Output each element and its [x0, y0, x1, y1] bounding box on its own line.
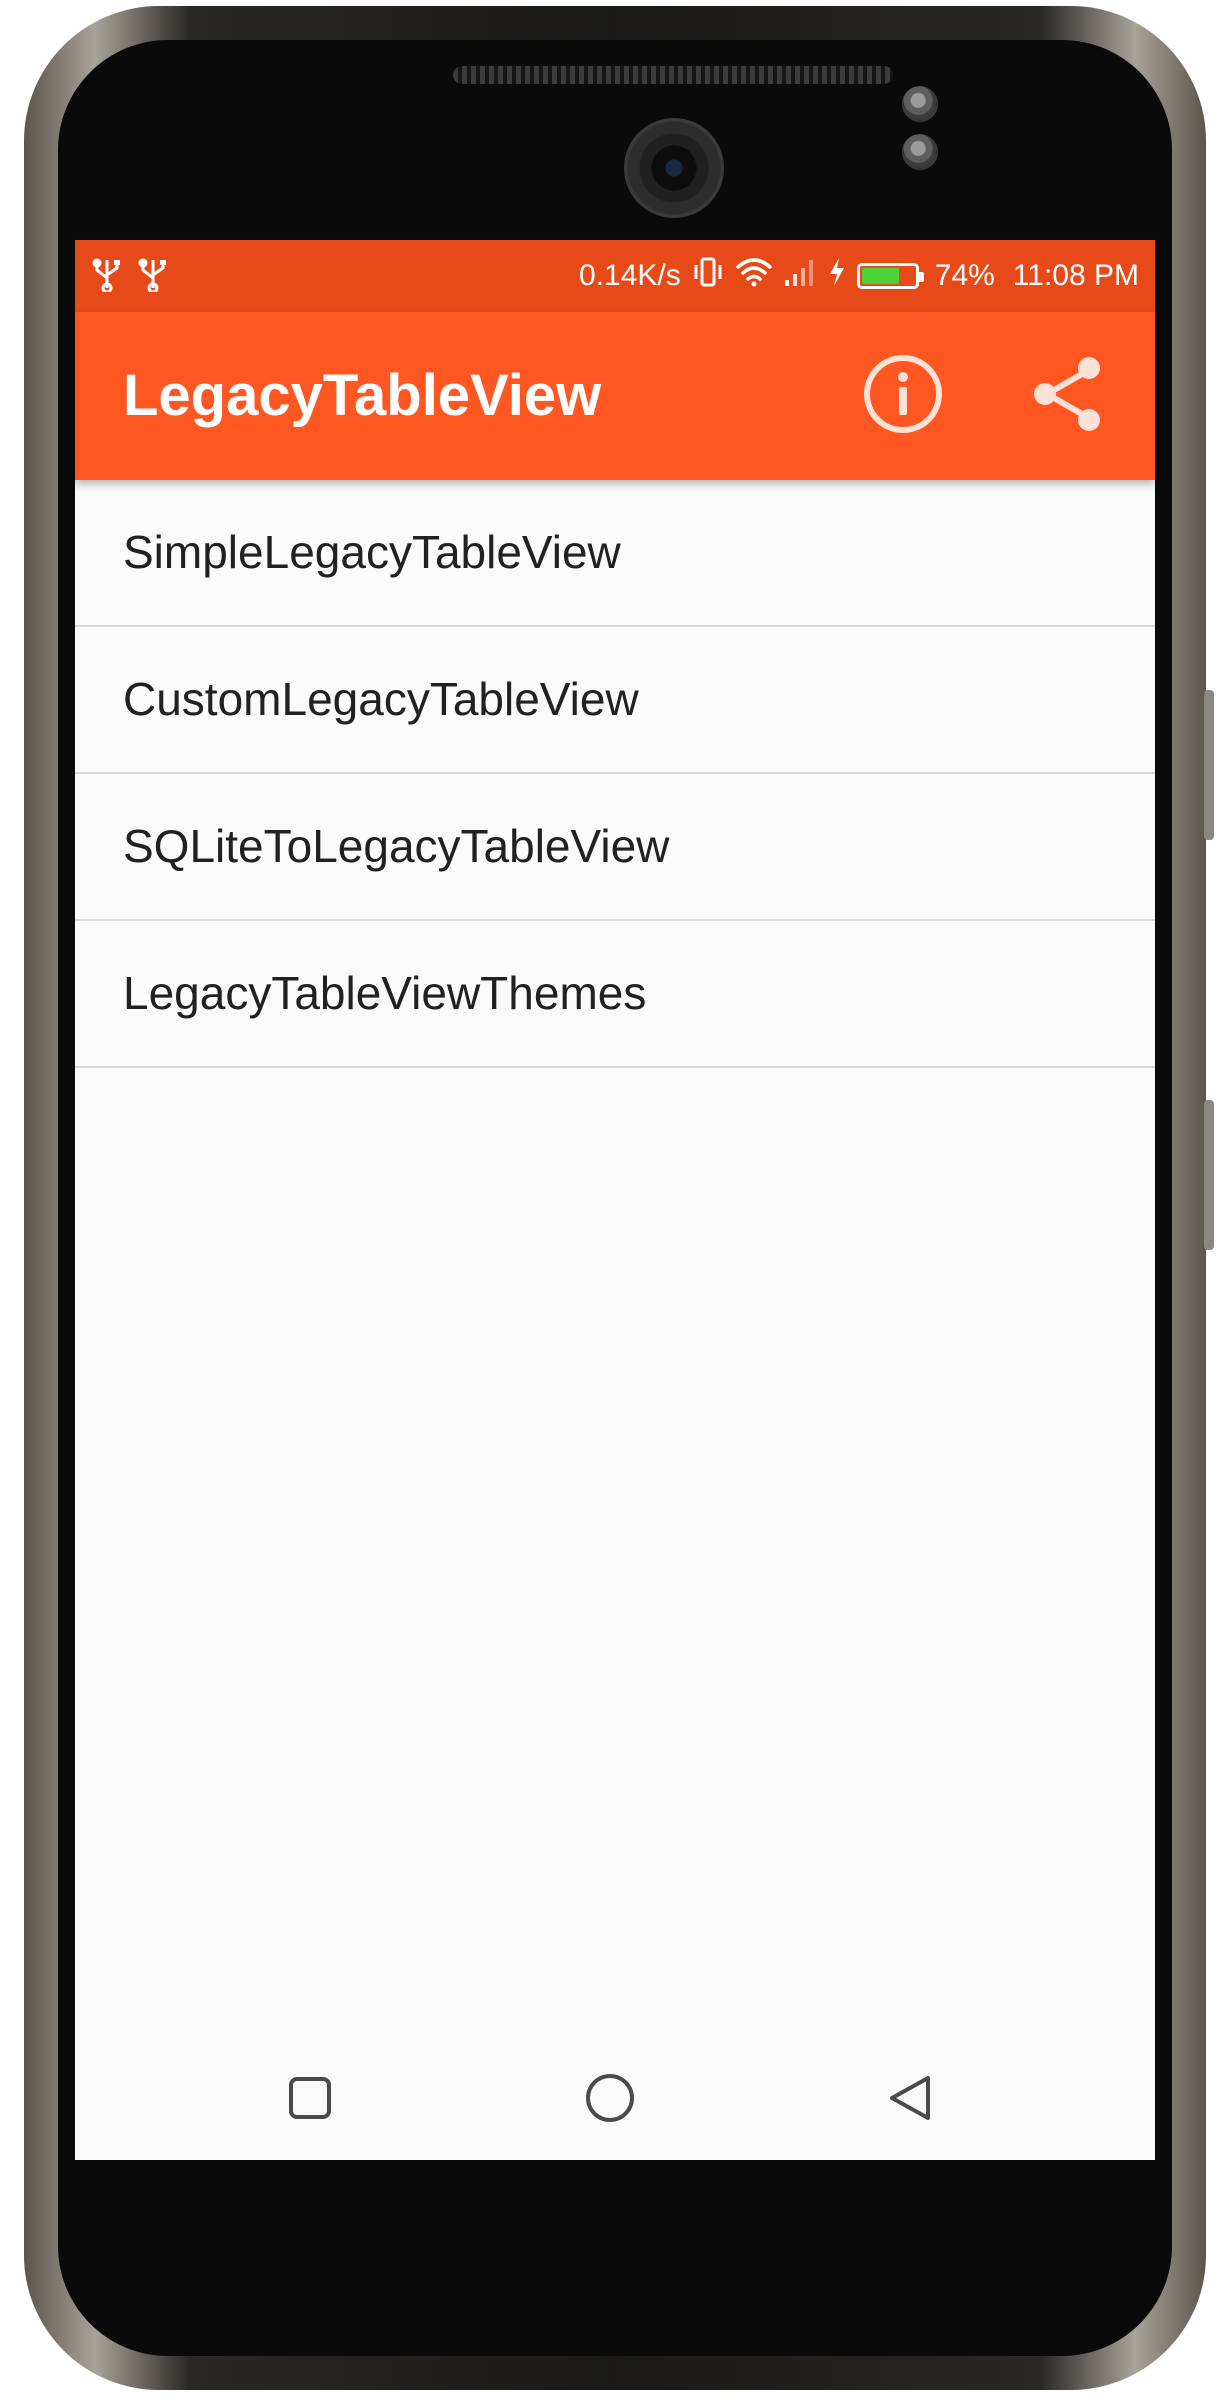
list-item-label: LegacyTableViewThemes — [123, 967, 647, 1019]
demo-list: SimpleLegacyTableView CustomLegacyTableV… — [75, 480, 1155, 1068]
recents-button[interactable] — [270, 2060, 350, 2140]
back-button[interactable] — [870, 2060, 950, 2140]
navigation-bar — [75, 2040, 1155, 2160]
info-button[interactable] — [861, 354, 945, 438]
light-sensor — [902, 134, 938, 170]
app-bar: LegacyTableView — [75, 312, 1155, 480]
wifi-icon — [735, 256, 773, 296]
list-item-custom-legacy-table-view[interactable]: CustomLegacyTableView — [75, 627, 1155, 774]
battery-percent: 74% — [934, 259, 995, 292]
battery-level — [861, 268, 900, 284]
back-icon — [884, 2072, 936, 2128]
list-item-label: CustomLegacyTableView — [123, 673, 639, 725]
info-icon — [861, 352, 945, 440]
proximity-sensor — [902, 86, 938, 122]
list-item-label: SQLiteToLegacyTableView — [123, 820, 670, 872]
power-button — [1204, 1100, 1214, 1250]
app-title: LegacyTableView — [123, 363, 602, 428]
home-button[interactable] — [570, 2060, 650, 2140]
recents-icon — [286, 2074, 334, 2126]
clock: 11:08 PM — [1012, 259, 1139, 292]
share-button[interactable] — [1027, 354, 1111, 438]
charging-icon — [827, 256, 847, 296]
list-item-simple-legacy-table-view[interactable]: SimpleLegacyTableView — [75, 480, 1155, 627]
front-camera — [624, 118, 724, 218]
earpiece-speaker — [453, 66, 893, 84]
network-speed: 0.14K/s — [579, 259, 681, 292]
vibrate-icon — [691, 255, 725, 297]
list-item-label: SimpleLegacyTableView — [123, 526, 621, 578]
phone-screen: 0.14K/s 74% 11:08 PM LegacyTableView Sim… — [75, 240, 1155, 2160]
signal-icon — [783, 256, 817, 296]
usb-icon — [91, 258, 123, 300]
usb-icon — [137, 258, 169, 300]
status-bar: 0.14K/s 74% 11:08 PM — [75, 240, 1155, 312]
list-item-sqlite-to-legacy-table-view[interactable]: SQLiteToLegacyTableView — [75, 774, 1155, 921]
share-icon — [1027, 352, 1111, 440]
volume-button — [1204, 690, 1214, 840]
battery-icon — [856, 263, 924, 289]
home-icon — [584, 2072, 636, 2128]
list-item-legacy-table-view-themes[interactable]: LegacyTableViewThemes — [75, 921, 1155, 1068]
